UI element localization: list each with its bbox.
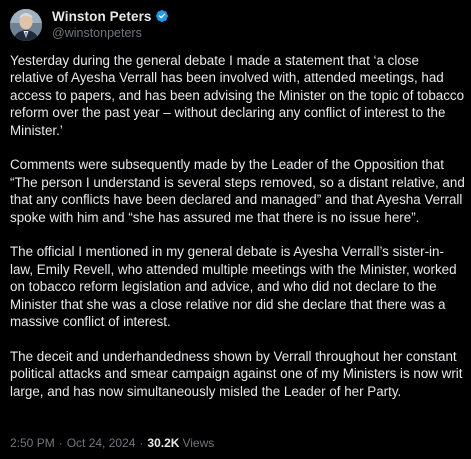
tweet-paragraph-4: The deceit and underhandedness shown by … (10, 348, 463, 399)
verified-badge-icon[interactable] (155, 9, 169, 23)
tweet-text: Yesterday during the general debate I ma… (10, 52, 465, 400)
author-display-name[interactable]: Winston Peters (52, 9, 152, 24)
author-names: Winston Peters @winstonpeters (52, 7, 169, 40)
views-count[interactable]: 30.2K (147, 436, 179, 450)
tweet-date[interactable]: Oct 24, 2024 (67, 436, 136, 450)
tweet-header: Winston Peters @winstonpeters (10, 7, 461, 45)
meta-separator: · (58, 436, 63, 450)
tweet-paragraph-3: The official I mentioned in my general d… (10, 244, 457, 330)
tweet-meta: 2:50 PM · Oct 24, 2024 · 30.2K Views (10, 436, 214, 450)
tweet-card: Winston Peters @winstonpeters Yesterday … (0, 0, 471, 459)
meta-separator: · (139, 436, 144, 450)
avatar[interactable] (10, 9, 42, 41)
tweet-time[interactable]: 2:50 PM (10, 436, 55, 450)
tweet-paragraph-2: Comments were subsequently made by the L… (10, 157, 465, 225)
views-label: Views (182, 436, 215, 450)
avatar-portrait-icon (10, 9, 42, 41)
name-row: Winston Peters (52, 8, 169, 24)
author-handle[interactable]: @winstonpeters (52, 26, 169, 40)
tweet-paragraph-1: Yesterday during the general debate I ma… (10, 53, 465, 138)
